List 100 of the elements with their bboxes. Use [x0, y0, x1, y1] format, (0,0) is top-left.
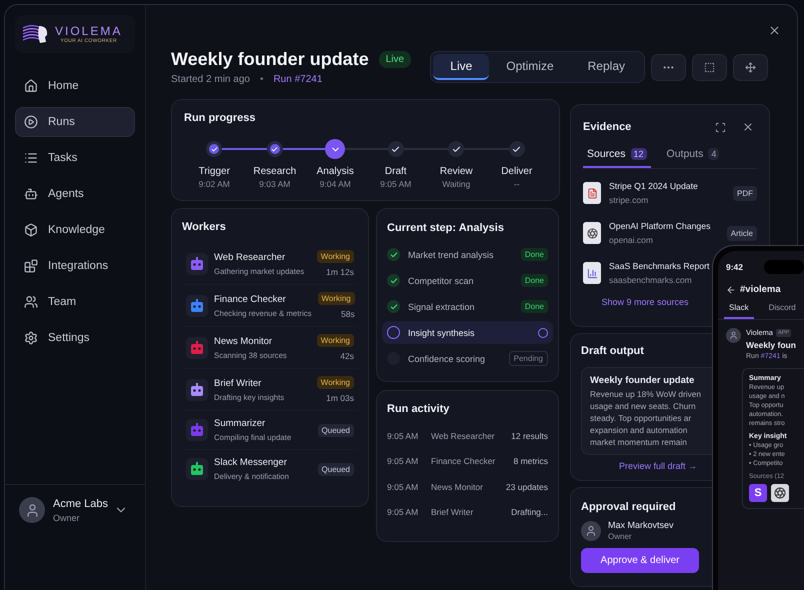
panel-title: Evidence: [583, 121, 632, 133]
draft-line: steady. Top opportunities ar: [590, 413, 692, 423]
activity-worker: Brief Writer: [431, 507, 474, 518]
mode-tab[interactable]: Live: [433, 54, 490, 80]
elapsed-time: 58s: [341, 309, 355, 319]
draft-title: Weekly founder update: [590, 375, 696, 386]
phone-tab[interactable]: Discord: [764, 303, 801, 319]
chart-icon: [586, 268, 598, 278]
nav-icon: [24, 115, 38, 129]
checklist-item: Insight synthesis: [382, 321, 553, 344]
sidebar-item[interactable]: Settings: [15, 323, 135, 353]
nav-icon: [24, 151, 38, 165]
avatar: [19, 497, 45, 523]
check-icon: [512, 144, 522, 154]
source-type-tag: PDF: [733, 186, 757, 200]
separator-dot: •: [260, 74, 264, 85]
mode-tab[interactable]: Replay: [570, 54, 642, 80]
worker-name: Summarizer: [214, 418, 266, 429]
activity-worker: Web Researcher: [431, 430, 496, 441]
step-time: 9:03 AM: [259, 179, 290, 189]
check-icon: [452, 144, 461, 154]
step-time: 9:02 AM: [198, 179, 230, 189]
source-letter-badge: S: [749, 484, 767, 502]
step-label: Trigger: [198, 166, 230, 177]
sidebar-item[interactable]: Integrations: [15, 251, 135, 281]
approve-button[interactable]: Approve & deliver: [581, 548, 699, 573]
worker-name: Finance Checker: [214, 294, 287, 304]
card-title: Run activity: [387, 403, 450, 415]
sidebar-item[interactable]: Home: [15, 71, 135, 101]
activity-time: 9:05 AM: [387, 482, 420, 492]
worker-name: Slack Messenger: [214, 457, 288, 468]
sidebar-item[interactable]: Team: [15, 287, 135, 317]
move-icon[interactable]: [733, 54, 768, 80]
source-domain: saasbenchmarks.com: [609, 275, 693, 285]
worker-name: Web Researcher: [214, 252, 286, 262]
activity-time: 9:05 AM: [387, 507, 420, 518]
nav-icon: [24, 259, 38, 273]
elapsed-time: 1m 12s: [326, 267, 354, 277]
worker-name: Brief Writer: [214, 378, 262, 388]
approver-name: Max Markovtsev: [608, 520, 674, 530]
status-badge: Done: [520, 248, 548, 261]
page-title: Weekly founder update: [171, 49, 369, 70]
progress-ring-icon: [538, 328, 548, 338]
draft-line: usage and new seats. Churn: [590, 401, 697, 411]
nav-icon: [24, 187, 38, 201]
sidebar-item[interactable]: Knowledge: [15, 215, 135, 245]
status-badge: Done: [520, 300, 548, 313]
message-title: Weekly foun: [746, 340, 796, 350]
card-title: Workers: [182, 221, 226, 233]
nav-icon: [24, 331, 38, 345]
step-label: Analysis: [316, 166, 354, 177]
step-label: Deliver: [501, 166, 532, 177]
elapsed-time: 1m 03s: [326, 393, 354, 403]
step-label: Draft: [384, 166, 407, 177]
panel-tab[interactable]: Sources 12: [583, 148, 651, 168]
activity-time: 9:05 AM: [387, 456, 420, 466]
back-icon[interactable]: [726, 284, 736, 294]
nav-icon: [24, 223, 38, 237]
preview-link[interactable]: Preview full draft →: [619, 461, 698, 471]
card-title: Run progress: [184, 112, 256, 124]
activity-result: 12 results: [511, 430, 548, 441]
draft-line: market momentum remain: [590, 437, 688, 447]
status-badge: Queued: [318, 424, 354, 436]
camera-notch: [764, 260, 804, 274]
step-time: 9:05 AM: [380, 179, 412, 189]
approver-role: Owner: [608, 532, 633, 541]
document-icon: [586, 188, 598, 198]
status-badge: Working: [316, 250, 354, 263]
step-time: Waiting: [442, 179, 470, 189]
run-link[interactable]: Run #7241: [273, 74, 322, 85]
elapsed-time: 42s: [340, 351, 354, 361]
checklist-item: Market trend analysis Done: [382, 243, 553, 266]
card-title: Current step: Analysis: [387, 222, 504, 234]
avatar: [581, 520, 601, 540]
source-domain: openai.com: [609, 235, 654, 245]
sidebar-item[interactable]: Runs: [15, 107, 135, 137]
channel-name: #violema: [740, 284, 781, 295]
panel-tab[interactable]: Outputs 4: [662, 148, 724, 168]
check-icon: [271, 146, 278, 152]
status-badge: Queued: [318, 462, 354, 476]
nav-icon: [24, 79, 38, 93]
mode-tab[interactable]: Optimize: [489, 54, 571, 80]
step-time: --: [514, 179, 520, 189]
status-time: 9:42: [726, 262, 744, 272]
checklist-item: Signal extraction Done: [382, 295, 553, 318]
step-label: Review: [440, 166, 473, 177]
status-badge: Working: [316, 376, 354, 389]
draft-line: Revenue up 18% WoW driven: [590, 389, 702, 399]
sidebar-item[interactable]: Tasks: [15, 143, 135, 173]
nav-icon: [24, 295, 38, 309]
checklist-item: Competitor scan Done: [382, 269, 553, 292]
status-badge: Done: [520, 274, 548, 287]
phone-tab[interactable]: Slack: [724, 303, 754, 319]
show-more-link[interactable]: Show 9 more sources: [601, 297, 689, 307]
status-badge: Working: [316, 334, 354, 347]
started-time: Started 2 min ago: [171, 74, 250, 85]
source-title: SaaS Benchmarks Report: [609, 261, 710, 271]
activity-result: 23 updates: [506, 482, 548, 492]
activity-result: 8 metrics: [514, 456, 548, 466]
sidebar-item[interactable]: Agents: [15, 179, 135, 209]
